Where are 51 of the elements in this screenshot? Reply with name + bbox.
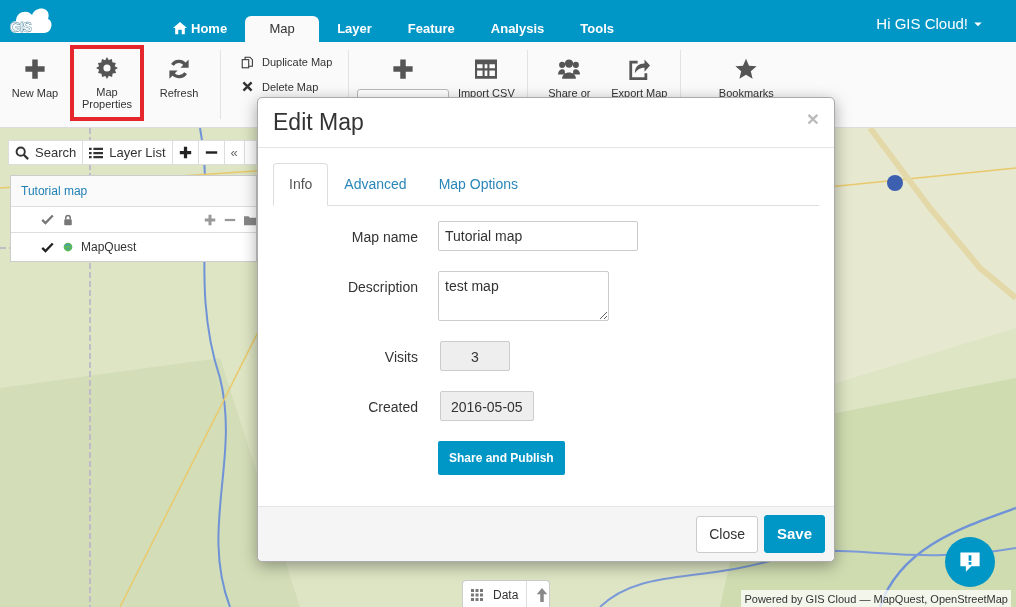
- check-icon: [41, 213, 54, 226]
- settings-icon: [96, 57, 118, 79]
- data-button[interactable]: Data: [463, 581, 528, 607]
- nav-tab[interactable]: Map: [245, 15, 320, 42]
- plus-icon: [24, 58, 46, 80]
- up-arrow-icon: [535, 588, 550, 603]
- check-icon: [41, 240, 54, 254]
- attribution-text: Powered by GIS Cloud — MapQuest, OpenStreetMap: [741, 590, 1011, 607]
- people-icon: [558, 58, 581, 80]
- toolbar-button[interactable]: Map Properties: [72, 47, 142, 119]
- field-label: Map name: [350, 228, 418, 247]
- layer-checkbox[interactable]: [41, 240, 55, 254]
- toolbar-button[interactable]: Refresh: [144, 50, 214, 119]
- chat-icon: [959, 551, 981, 573]
- toolbar-button[interactable]: Duplicate Map: [241, 52, 333, 73]
- lock-icon: [62, 213, 74, 226]
- plus-icon: [392, 58, 415, 80]
- field-label: Description: [346, 278, 418, 297]
- close-icon: [241, 80, 254, 94]
- plus-icon: [204, 213, 216, 226]
- globe-icon: [63, 242, 73, 252]
- readonly-field: 3: [440, 341, 510, 371]
- readonly-field: 2016-05-05: [440, 391, 534, 421]
- field-label: Created: [367, 398, 418, 417]
- field-label: Visits: [383, 348, 418, 367]
- refresh-icon: [168, 58, 190, 80]
- toolbar-button[interactable]: Delete Map: [241, 76, 333, 97]
- toolbar-button[interactable]: New Map: [0, 50, 70, 119]
- close-button[interactable]: Close: [696, 515, 758, 553]
- toolbar-button[interactable]: Export Map: [604, 50, 675, 119]
- copy-icon: [241, 55, 254, 69]
- home-icon: [173, 21, 187, 36]
- list-icon: [89, 145, 104, 160]
- layer-name: MapQuest: [81, 239, 137, 256]
- search-icon: [15, 145, 29, 160]
- export-icon: [628, 58, 651, 80]
- plus-icon: [178, 146, 192, 159]
- map-title: Tutorial map: [11, 176, 256, 207]
- toolbar-button[interactable]: Bookmarks: [711, 50, 782, 119]
- dialog-tab[interactable]: Map Options: [422, 163, 534, 206]
- description-field[interactable]: test map: [438, 271, 609, 321]
- text-field[interactable]: Tutorial map: [438, 221, 638, 251]
- table-icon: [475, 58, 498, 80]
- toolbar-button[interactable]: Share or: [534, 50, 605, 119]
- dialog-tab[interactable]: Advanced: [328, 163, 423, 206]
- logo-text: GIS: [10, 18, 32, 37]
- toolbar-button[interactable]: Import CSV: [451, 50, 522, 119]
- star-icon: [735, 58, 758, 80]
- grid-icon: [471, 588, 483, 601]
- dialog-tab[interactable]: Info: [273, 163, 329, 206]
- dialog-title: Edit Map: [273, 108, 364, 137]
